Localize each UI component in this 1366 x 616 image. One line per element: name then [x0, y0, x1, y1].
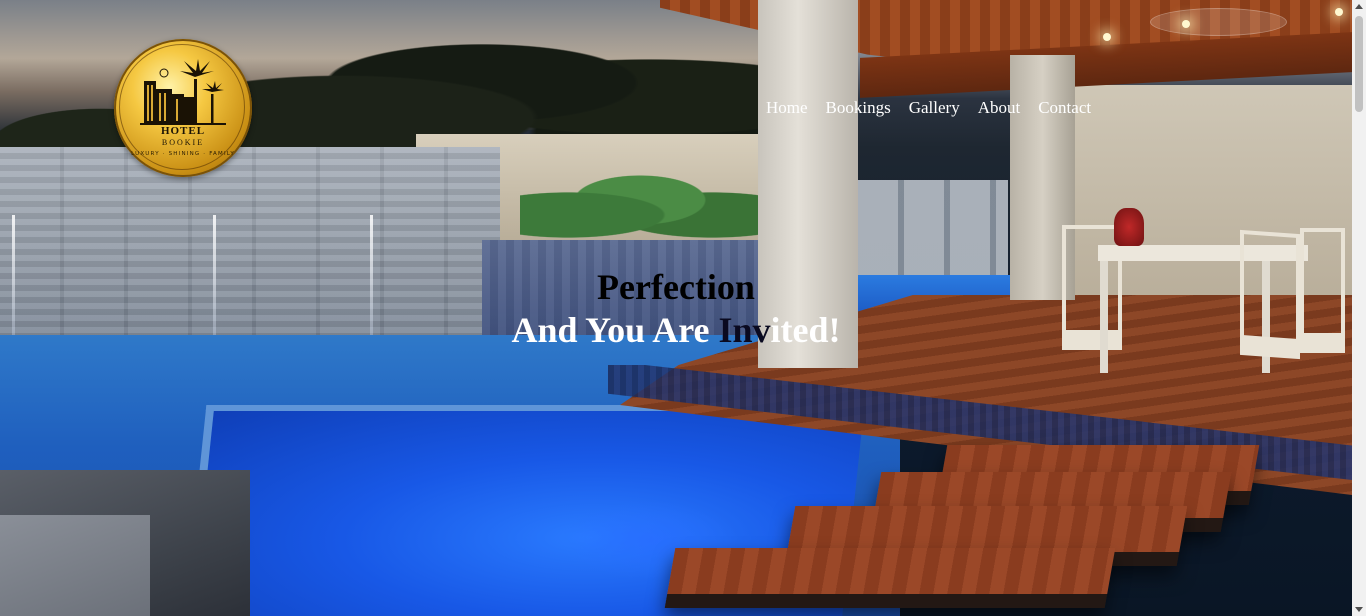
scroll-thumb[interactable] — [1355, 16, 1363, 112]
hero-headline: Perfection And You Are Invited! — [0, 266, 1352, 352]
nav-about[interactable]: About — [978, 98, 1021, 118]
page-scrollbar[interactable] — [1352, 0, 1366, 616]
nav-bookings[interactable]: Bookings — [826, 98, 891, 118]
nav-contact[interactable]: Contact — [1038, 98, 1091, 118]
nav-gallery[interactable]: Gallery — [909, 98, 960, 118]
step — [664, 548, 1116, 608]
logo-name-bookie: BOOKIE — [161, 138, 205, 147]
main-nav: Home Bookings Gallery About Contact — [766, 98, 1109, 118]
scroll-down-arrow-icon[interactable] — [1355, 607, 1363, 612]
hero-subtitle: And You Are Invited! — [511, 310, 841, 350]
logo-tagline: LUXURY · SHINING · FAMILY — [131, 151, 235, 157]
scroll-up-arrow-icon[interactable] — [1355, 4, 1363, 9]
hero-title: Perfection — [597, 267, 755, 307]
nav-home[interactable]: Home — [766, 98, 808, 118]
ceiling-fan — [1150, 8, 1287, 36]
hotel-logo[interactable]: HOTEL BOOKIE LUXURY · SHINING · FAMILY — [114, 39, 252, 177]
logo-name-hotel: HOTEL — [160, 125, 206, 137]
